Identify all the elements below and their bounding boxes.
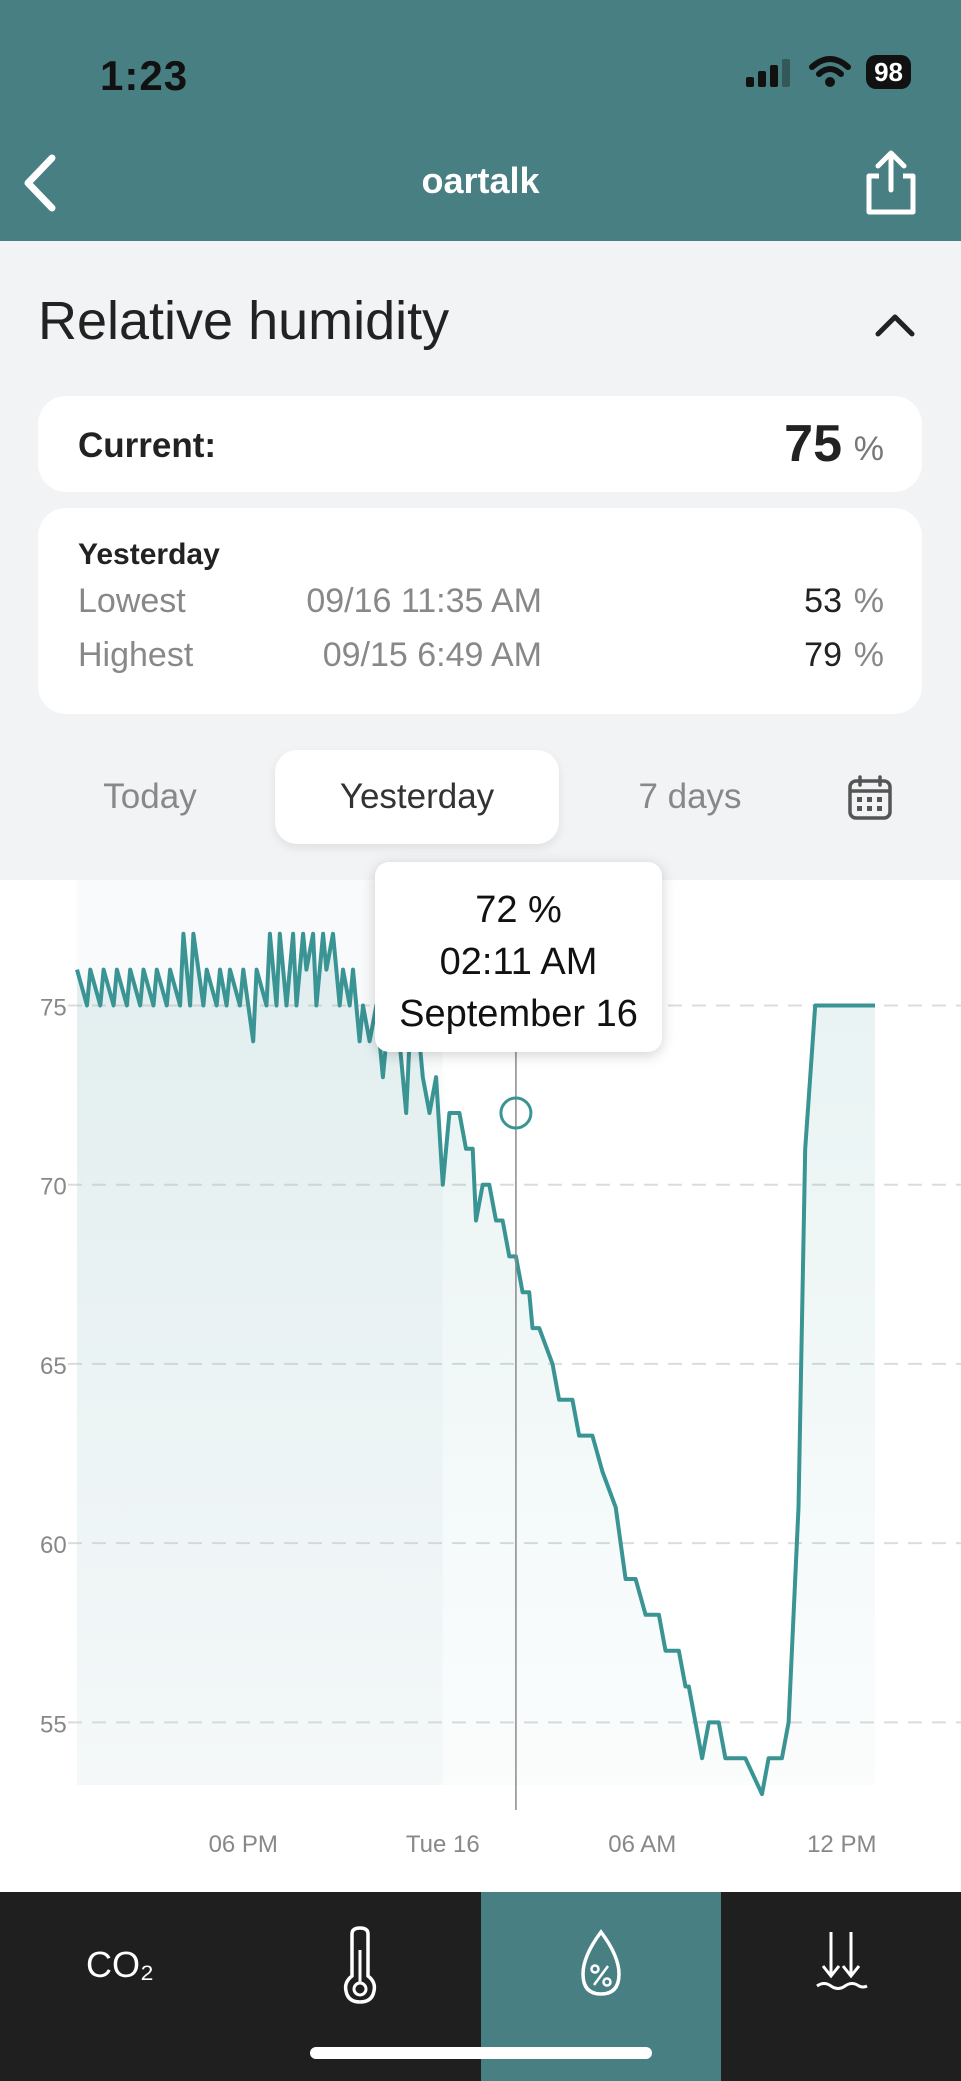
tab-7-days[interactable]: 7 days <box>590 750 790 844</box>
tab-yesterday[interactable]: Yesterday <box>275 750 559 844</box>
highest-value: 79 <box>804 636 842 674</box>
highest-date: 09/15 6:49 AM <box>322 636 542 674</box>
wifi-icon <box>809 56 852 87</box>
battery-indicator: 98 <box>866 55 911 89</box>
status-time: 1:23 <box>100 52 189 99</box>
lowest-value: 53 <box>804 582 842 620</box>
current-value-card: Current: 75 % <box>38 396 922 492</box>
app-title: oartalk <box>421 160 540 201</box>
area-fill <box>77 933 875 1795</box>
x-tick-label: 12 PM <box>807 1831 876 1858</box>
x-tick-label: 06 PM <box>209 1831 278 1858</box>
humidity-drop-icon <box>581 1929 621 1996</box>
home-indicator[interactable] <box>310 2047 652 2059</box>
nav-co2[interactable]: CO₂ <box>0 1892 240 2081</box>
lowest-date: 09/16 11:35 AM <box>306 582 542 620</box>
current-value: 75 <box>784 415 842 473</box>
thermometer-icon <box>343 1926 377 2004</box>
y-tick-label: 75 <box>40 994 67 1021</box>
tooltip-time: 02:11 AM <box>439 941 598 983</box>
app-header: 1:23 98 oartalk <box>0 0 961 241</box>
stats-title: Yesterday <box>78 538 220 571</box>
x-tick-label: 06 AM <box>608 1831 676 1858</box>
tooltip-value: 72 % <box>475 889 562 931</box>
lowest-label: Lowest <box>78 582 186 620</box>
tooltip-date: September 16 <box>399 993 638 1035</box>
highest-label: Highest <box>78 636 194 674</box>
lowest-unit: % <box>853 582 884 620</box>
y-tick-label: 60 <box>40 1532 67 1559</box>
chevron-up-icon[interactable] <box>870 300 920 350</box>
current-unit: % <box>853 430 884 468</box>
co2-icon: CO₂ <box>86 1944 154 1985</box>
section-title: Relative humidity <box>38 291 450 351</box>
share-icon[interactable] <box>861 148 921 218</box>
stats-card: Yesterday Lowest 09/16 11:35 AM 53 % Hig… <box>38 508 922 714</box>
cellular-signal-icon <box>746 59 791 87</box>
y-tick-label: 70 <box>40 1174 67 1201</box>
highest-unit: % <box>853 636 884 674</box>
x-tick-label: Tue 16 <box>406 1831 480 1858</box>
y-tick-label: 55 <box>40 1711 67 1738</box>
chart-tooltip: 72 % 02:11 AM September 16 <box>375 862 662 1052</box>
pressure-icon <box>816 1932 868 1990</box>
status-bar-icons: 98 <box>744 55 911 89</box>
y-tick-label: 65 <box>40 1353 67 1380</box>
calendar-icon[interactable] <box>846 774 894 822</box>
current-label: Current: <box>78 426 217 465</box>
tab-today[interactable]: Today <box>60 750 240 844</box>
nav-pressure[interactable] <box>721 1892 961 2081</box>
